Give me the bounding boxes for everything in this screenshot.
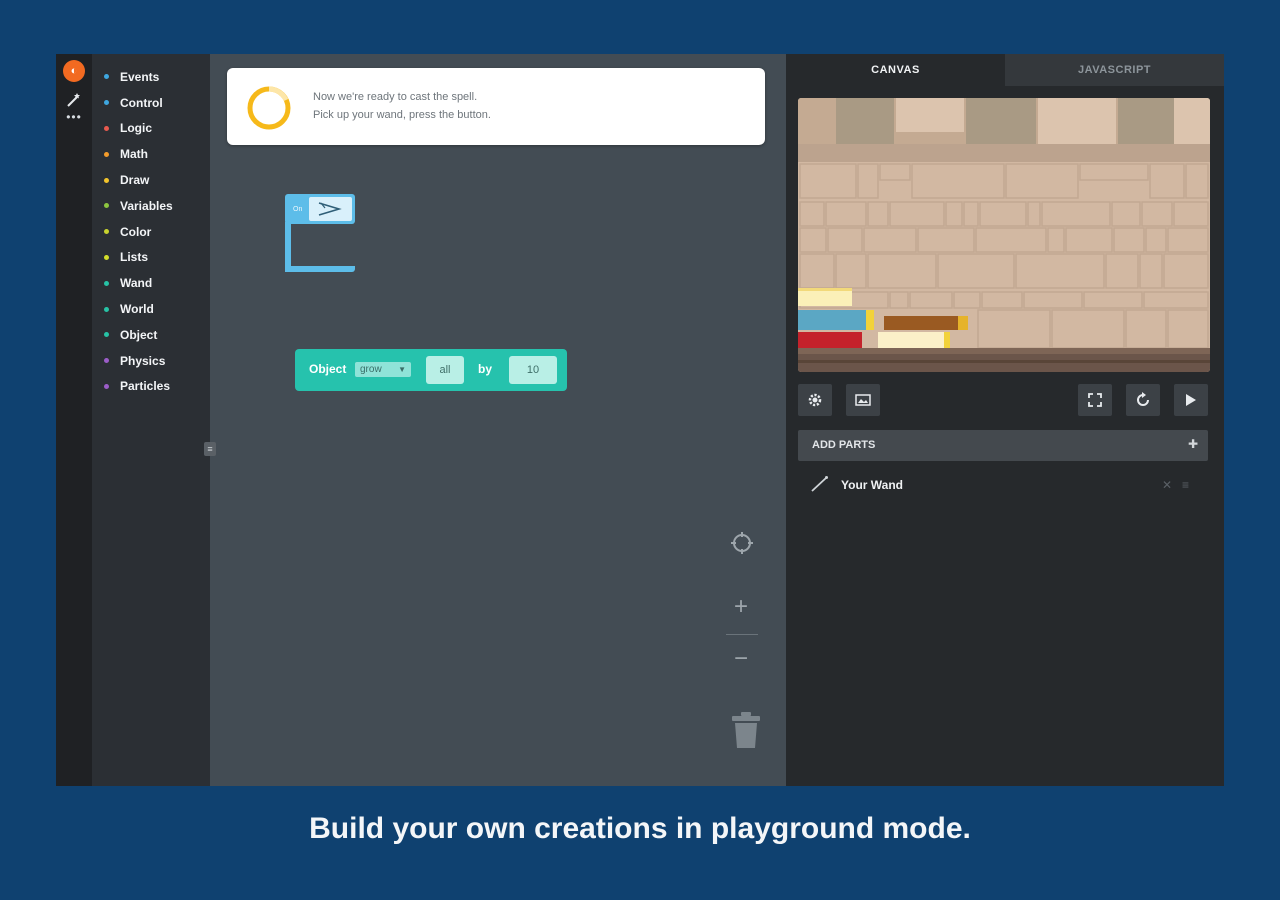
hint-text-line-1: Now we're ready to cast the spell. [313,91,478,103]
code-workspace[interactable]: ≡ Now we're ready to cast the spell. Pic… [204,54,786,786]
on-event-block[interactable]: On [285,192,357,276]
category-color-dot [104,229,109,235]
category-color-dot [104,74,109,80]
on-block-footer [285,266,355,272]
remove-part-icon[interactable]: ✕ [1162,478,1172,492]
amount-field[interactable]: 10 [509,356,557,384]
category-label: Draw [120,173,150,188]
category-label: Control [120,95,163,110]
background-button[interactable] [846,384,880,416]
expand-icon [1088,393,1102,407]
more-menu-icon[interactable]: ••• [62,111,86,123]
category-color-dot [104,100,109,106]
category-label: Math [120,147,148,162]
object-grow-block[interactable]: Object grow ▼ all by 10 [295,349,567,391]
category-color-dot [104,358,109,364]
category-color-dot [104,383,109,389]
gear-icon [808,393,822,407]
zoom-divider [726,634,758,635]
category-label: Wand [120,276,153,291]
category-draw[interactable]: Draw [92,167,210,193]
category-color-dot [104,332,109,338]
tab-canvas[interactable]: CANVAS [786,54,1005,86]
kano-logo-icon[interactable]: ◐ [63,60,85,82]
category-events[interactable]: Events [92,64,210,90]
part-label: Your Wand [841,478,903,492]
category-label: World [120,302,154,317]
preview-toolbar [786,384,1224,418]
category-control[interactable]: Control [92,90,210,116]
category-label: Variables [120,198,173,213]
category-color[interactable]: Color [92,219,210,245]
category-label: Lists [120,250,149,265]
object-block-label: Object [309,362,347,376]
category-color-dot [104,151,109,157]
play-button[interactable] [1174,384,1208,416]
hint-card: Now we're ready to cast the spell. Pick … [227,68,765,145]
wand-trigger-icon [318,202,342,216]
category-label: Particles [120,379,171,394]
caption-text: Build your own creations in playground m… [309,812,971,845]
add-parts-label: ADD PARTS [812,439,876,451]
category-label: Physics [120,353,166,368]
zoom-in-icon[interactable]: + [730,595,752,619]
category-color-dot [104,306,109,312]
zoom-out-icon[interactable]: − [730,647,752,671]
hint-text-line-2: Pick up your wand, press the button. [313,109,491,121]
category-wand[interactable]: Wand [92,270,210,296]
app-window: ◐ ••• Events Control Logic Math Draw Variable… [56,54,1224,786]
panel-resize-handle[interactable]: ≡ [204,442,216,456]
magic-wand-icon[interactable] [64,90,84,110]
trigger-dropdown[interactable] [309,197,352,221]
category-physics[interactable]: Physics [92,348,210,374]
plus-icon: ✚ [1187,437,1198,451]
category-label: Object [120,327,158,342]
tab-javascript[interactable]: JAVASCRIPT [1005,54,1224,86]
restart-button[interactable] [1126,384,1160,416]
play-icon [1186,394,1196,406]
category-world[interactable]: World [92,296,210,322]
on-block-header: On [285,194,355,224]
wand-icon [811,476,828,492]
action-dropdown-value: grow [360,364,382,375]
category-object[interactable]: Object [92,322,210,348]
progress-ring-icon [247,86,291,130]
settings-button[interactable] [798,384,832,416]
category-label: Logic [120,121,152,136]
category-label: Color [120,224,152,239]
block-category-list: Events Control Logic Math Draw Variables Color… [92,54,210,786]
category-lists[interactable]: Lists [92,245,210,271]
restart-icon [1137,392,1149,406]
preview-tabs: CANVAS JAVASCRIPT [786,54,1224,86]
dropdown-arrow-icon: ▼ [398,365,406,374]
category-label: Events [120,69,160,84]
left-rail: ◐ ••• [56,54,92,786]
preview-panel: CANVAS JAVASCRIPT ADD PARTS ✚ Your Wand … [786,54,1224,786]
by-label: by [478,362,493,376]
action-dropdown[interactable]: grow ▼ [355,362,411,377]
category-color-dot [104,125,109,131]
part-menu-icon[interactable]: ≡ [1182,478,1189,492]
trash-icon[interactable] [731,712,761,750]
fullscreen-button[interactable] [1078,384,1112,416]
category-color-dot [104,280,109,286]
category-color-dot [104,177,109,183]
image-icon [855,394,871,406]
category-logic[interactable]: Logic [92,116,210,142]
category-color-dot [104,203,109,209]
add-parts-button[interactable]: ADD PARTS ✚ [798,430,1208,461]
on-block-arm [285,222,291,272]
category-color-dot [104,254,109,260]
recenter-icon[interactable] [730,531,754,555]
category-variables[interactable]: Variables [92,193,210,219]
category-particles[interactable]: Particles [92,374,210,400]
part-item-your-wand[interactable]: Your Wand ✕ ≡ [798,472,1208,496]
game-canvas[interactable] [798,98,1210,372]
target-field[interactable]: all [426,356,464,384]
on-block-label: On [293,206,303,213]
category-math[interactable]: Math [92,141,210,167]
